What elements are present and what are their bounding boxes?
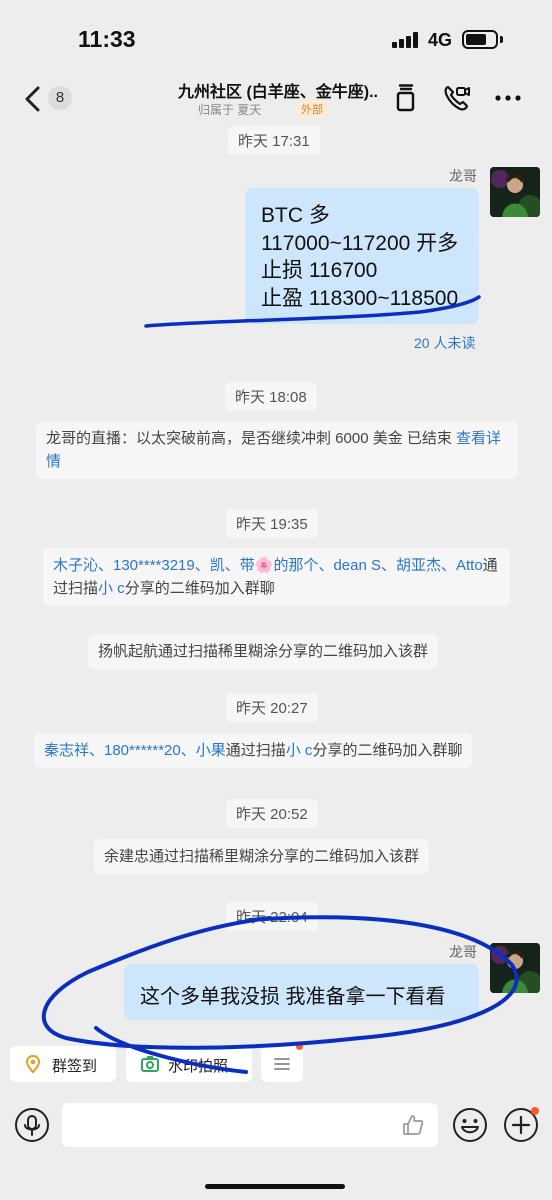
flower-emoji: 🌸 <box>254 557 274 574</box>
sender-name: 龙哥 <box>449 944 477 960</box>
member-names[interactable]: 的那个、dean S、胡亚杰、Atto <box>273 557 482 574</box>
notification-dot <box>296 1043 303 1050</box>
camera-icon <box>141 1056 159 1072</box>
timestamp: 昨天 18:08 <box>225 382 317 411</box>
member-names[interactable]: 秦志祥、180******20、小果 <box>44 742 226 759</box>
location-pin-icon <box>25 1054 41 1074</box>
voice-icon[interactable] <box>14 1107 50 1143</box>
join-notice: 余建忠通过扫描稀里糊涂分享的二维码加入该群 <box>94 839 430 874</box>
live-stream-notice: 龙哥的直播：以太突破前高，是否继续冲刺 6000 美金 已结束 查看详情 <box>36 421 518 479</box>
chip-label: 水印拍照 <box>168 1058 229 1075</box>
message-bubble[interactable]: BTC 多 117000~117200 开多 止损 116700 止盈 1183… <box>245 188 479 324</box>
group-checkin-button[interactable]: 群签到 <box>10 1046 116 1082</box>
message-input[interactable] <box>62 1103 438 1147</box>
battery-tip <box>500 36 503 43</box>
menu-icon <box>274 1058 290 1070</box>
message-text: 这个多单我没损 我准备拿一下看看 <box>140 986 446 1008</box>
avatar[interactable] <box>490 167 540 217</box>
sharer-name[interactable]: 小 c <box>98 580 125 597</box>
message-line: BTC 多 <box>261 204 330 227</box>
more-icon[interactable] <box>494 84 522 112</box>
call-icon[interactable] <box>442 84 470 112</box>
more-actions-button[interactable] <box>261 1043 303 1082</box>
signal-icon <box>392 32 420 48</box>
timestamp: 昨天 20:27 <box>226 693 318 722</box>
status-time: 11:33 <box>78 26 136 52</box>
message-bubble[interactable]: 这个多单我没损 我准备拿一下看看 <box>124 964 479 1020</box>
chip-label: 群签到 <box>52 1058 98 1075</box>
message-line: 止损 116700 <box>261 259 378 282</box>
chat-title[interactable]: 九州社区 (白羊座、金牛座)... <box>178 78 378 102</box>
home-indicator <box>205 1184 345 1189</box>
notice-text: 分享的二维码加入群聊 <box>312 742 463 759</box>
external-tag: 外部 <box>297 100 327 118</box>
member-names[interactable]: 木子沁、130****3219、凯、带 <box>53 557 255 574</box>
notice-text: 龙哥的直播：以太突破前高，是否继续冲刺 6000 美金 已结束 <box>46 430 457 447</box>
read-status[interactable]: 20 人未读 <box>414 333 475 353</box>
message-line: 止盈 118300~118500 <box>261 286 459 310</box>
thumbs-up-icon[interactable] <box>402 1114 424 1136</box>
notice-text: 通过扫描 <box>225 742 286 759</box>
join-notice: 秦志祥、180******20、小果通过扫描小 c分享的二维码加入群聊 <box>34 733 473 768</box>
sender-name: 龙哥 <box>449 168 477 184</box>
network-type: 4G <box>428 30 453 50</box>
avatar[interactable] <box>490 943 540 993</box>
message-line: 117000~117200 开多 <box>261 231 459 255</box>
back-icon[interactable] <box>20 84 50 114</box>
timestamp: 昨天 20:52 <box>226 799 318 828</box>
battery-icon <box>462 30 498 49</box>
chat-owner: 归属于 夏天 <box>198 103 262 117</box>
join-notice: 木子沁、130****3219、凯、带🌸的那个、dean S、胡亚杰、Atto通… <box>43 548 510 606</box>
timestamp: 昨天 17:31 <box>228 126 320 155</box>
unread-count-badge[interactable]: 8 <box>48 86 72 110</box>
timestamp: 昨天 22:04 <box>226 902 318 931</box>
avatar-image <box>490 167 540 217</box>
watermark-photo-button[interactable]: 水印拍照 <box>126 1046 252 1082</box>
copy-icon[interactable] <box>392 84 420 112</box>
sharer-name[interactable]: 小 c <box>286 742 313 759</box>
notice-text: 分享的二维码加入群聊 <box>124 580 275 597</box>
avatar-image <box>490 943 540 993</box>
emoji-icon[interactable] <box>452 1107 488 1143</box>
add-icon[interactable] <box>503 1107 539 1143</box>
timestamp: 昨天 19:35 <box>226 509 318 538</box>
join-notice: 扬帆起航通过扫描稀里糊涂分享的二维码加入该群 <box>88 634 439 669</box>
